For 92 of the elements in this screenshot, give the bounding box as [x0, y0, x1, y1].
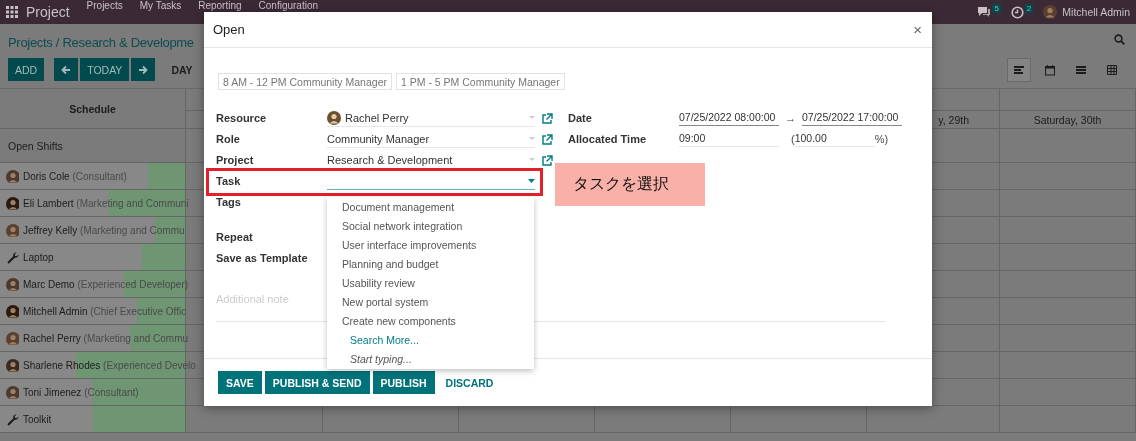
- discard-link[interactable]: DISCARD: [437, 371, 502, 394]
- field-label: Project: [216, 154, 255, 167]
- percent-field[interactable]: 100.00: [794, 132, 875, 147]
- list-view-icon: [1075, 64, 1087, 76]
- row-label[interactable]: Rachel Perry (Marketing and Commu: [23, 332, 189, 344]
- percent-paren: (: [791, 133, 795, 146]
- avatar-icon: [6, 358, 19, 372]
- row-label[interactable]: Eli Lambert (Marketing and Communi: [23, 197, 189, 209]
- dropdown-item[interactable]: Social network integration: [327, 217, 534, 236]
- field-label: Allocated Time: [568, 133, 648, 146]
- search-icon[interactable]: [1114, 34, 1125, 45]
- next-button[interactable]: [131, 58, 156, 81]
- dropdown-item[interactable]: Document management: [327, 198, 534, 217]
- field-label: Task: [216, 175, 242, 188]
- avatar-icon: [6, 169, 19, 183]
- dialog-title: Open: [213, 22, 245, 37]
- menu-item[interactable]: Configuration: [258, 0, 319, 11]
- dropdown-item[interactable]: User interface improvements: [327, 236, 534, 255]
- avatar-icon: [6, 331, 19, 345]
- row-label[interactable]: Marc Demo (Experienced Developer): [23, 278, 189, 290]
- caret-icon: [529, 158, 535, 162]
- menu-item[interactable]: My Tasks: [139, 0, 182, 11]
- caret-icon: [529, 116, 535, 120]
- row-label[interactable]: Jeffrey Kelly (Marketing and Commu: [23, 224, 185, 236]
- row-label[interactable]: Toni Jimenez (Consultant): [23, 386, 139, 398]
- menu-item[interactable]: Reporting: [198, 0, 242, 11]
- date-field[interactable]: 07/25/2022 17:00:00: [802, 111, 902, 126]
- avatar-icon[interactable]: [1043, 5, 1058, 19]
- dropdown-item[interactable]: Usability review: [327, 274, 534, 293]
- arrow-right-icon: [138, 64, 149, 75]
- action-button[interactable]: PUBLISH: [372, 371, 435, 394]
- external-link-icon[interactable]: [541, 133, 553, 146]
- select-field[interactable]: Community Manager: [327, 131, 535, 148]
- menu-item[interactable]: Projects: [86, 0, 123, 11]
- count-badge: 5: [992, 3, 1001, 13]
- percent-sign: %): [874, 133, 889, 146]
- pivot-table-icon: [1106, 64, 1118, 76]
- field-label: Date: [568, 112, 593, 125]
- dropdown-item[interactable]: New portal system: [327, 293, 534, 312]
- avatar-icon: [6, 196, 19, 210]
- today-button[interactable]: TODAY: [80, 58, 130, 81]
- callout-label: タスクを選択: [555, 163, 705, 206]
- close-button[interactable]: ×: [913, 21, 922, 38]
- dropdown-item[interactable]: Search More...: [327, 331, 534, 350]
- row-label[interactable]: Mitchell Admin (Chief Executive Offic: [23, 305, 187, 317]
- action-button[interactable]: SAVE: [218, 371, 262, 394]
- chat-icon[interactable]: [977, 6, 992, 18]
- gantt-view-icon: [1013, 64, 1025, 76]
- avatar-icon: [327, 111, 341, 125]
- clock-icon[interactable]: [1010, 5, 1024, 19]
- field-label: Role: [216, 133, 241, 146]
- template-button[interactable]: 1 PM - 5 PM Community Manager: [396, 73, 565, 90]
- avatar-icon: [6, 277, 19, 291]
- row-label[interactable]: Doris Cole (Consultant): [23, 170, 127, 182]
- row-label[interactable]: Toolkit: [23, 413, 52, 425]
- select-field[interactable]: Rachel Perry: [327, 110, 535, 127]
- column-header: Saturday, 30th: [1033, 113, 1102, 126]
- avatar-icon: [6, 304, 19, 318]
- wrench-icon: [6, 412, 19, 426]
- select-field[interactable]: Research & Development: [327, 152, 535, 169]
- time-field[interactable]: 09:00: [679, 132, 779, 147]
- avatar-icon: [6, 223, 19, 237]
- app-name[interactable]: Project: [26, 4, 70, 20]
- scale-button[interactable]: DAY: [171, 63, 193, 76]
- arrow-left-icon: [61, 64, 72, 75]
- hint-text: Start typing...: [349, 352, 413, 367]
- date-field[interactable]: 07/25/2022 08:00:00: [679, 111, 779, 126]
- calendar-icon: [1044, 64, 1056, 76]
- previous-button[interactable]: [54, 58, 79, 81]
- template-button[interactable]: 8 AM - 12 PM Community Manager: [218, 73, 392, 90]
- field-label: Resource: [216, 112, 268, 125]
- caret-icon: [528, 179, 535, 183]
- action-button[interactable]: PUBLISH & SEND: [264, 371, 370, 394]
- arrow-separator: →: [785, 112, 796, 125]
- user-name[interactable]: Mitchell Admin: [1062, 6, 1130, 18]
- column-header: y, 29th: [938, 113, 969, 126]
- avatar-icon: [6, 385, 19, 399]
- wrench-icon: [6, 250, 19, 264]
- field-label: Repeat: [216, 231, 254, 244]
- field-label: Tags: [216, 196, 242, 209]
- external-link-icon[interactable]: [541, 154, 553, 167]
- apps-grid-icon[interactable]: [6, 6, 18, 18]
- count-badge: 2: [1024, 3, 1034, 13]
- field-label: Save as Template: [216, 252, 309, 265]
- row-label[interactable]: Sharlene Rhodes (Experienced Develo: [23, 359, 196, 371]
- row-label[interactable]: Laptop: [23, 251, 54, 263]
- view-switch-button[interactable]: [1007, 58, 1031, 82]
- external-link-icon[interactable]: [541, 112, 553, 125]
- caret-icon: [529, 137, 535, 141]
- dropdown-item[interactable]: Planning and budget: [327, 255, 534, 274]
- row-label[interactable]: Open Shifts: [0, 129, 186, 163]
- add-button[interactable]: ADD: [8, 58, 45, 81]
